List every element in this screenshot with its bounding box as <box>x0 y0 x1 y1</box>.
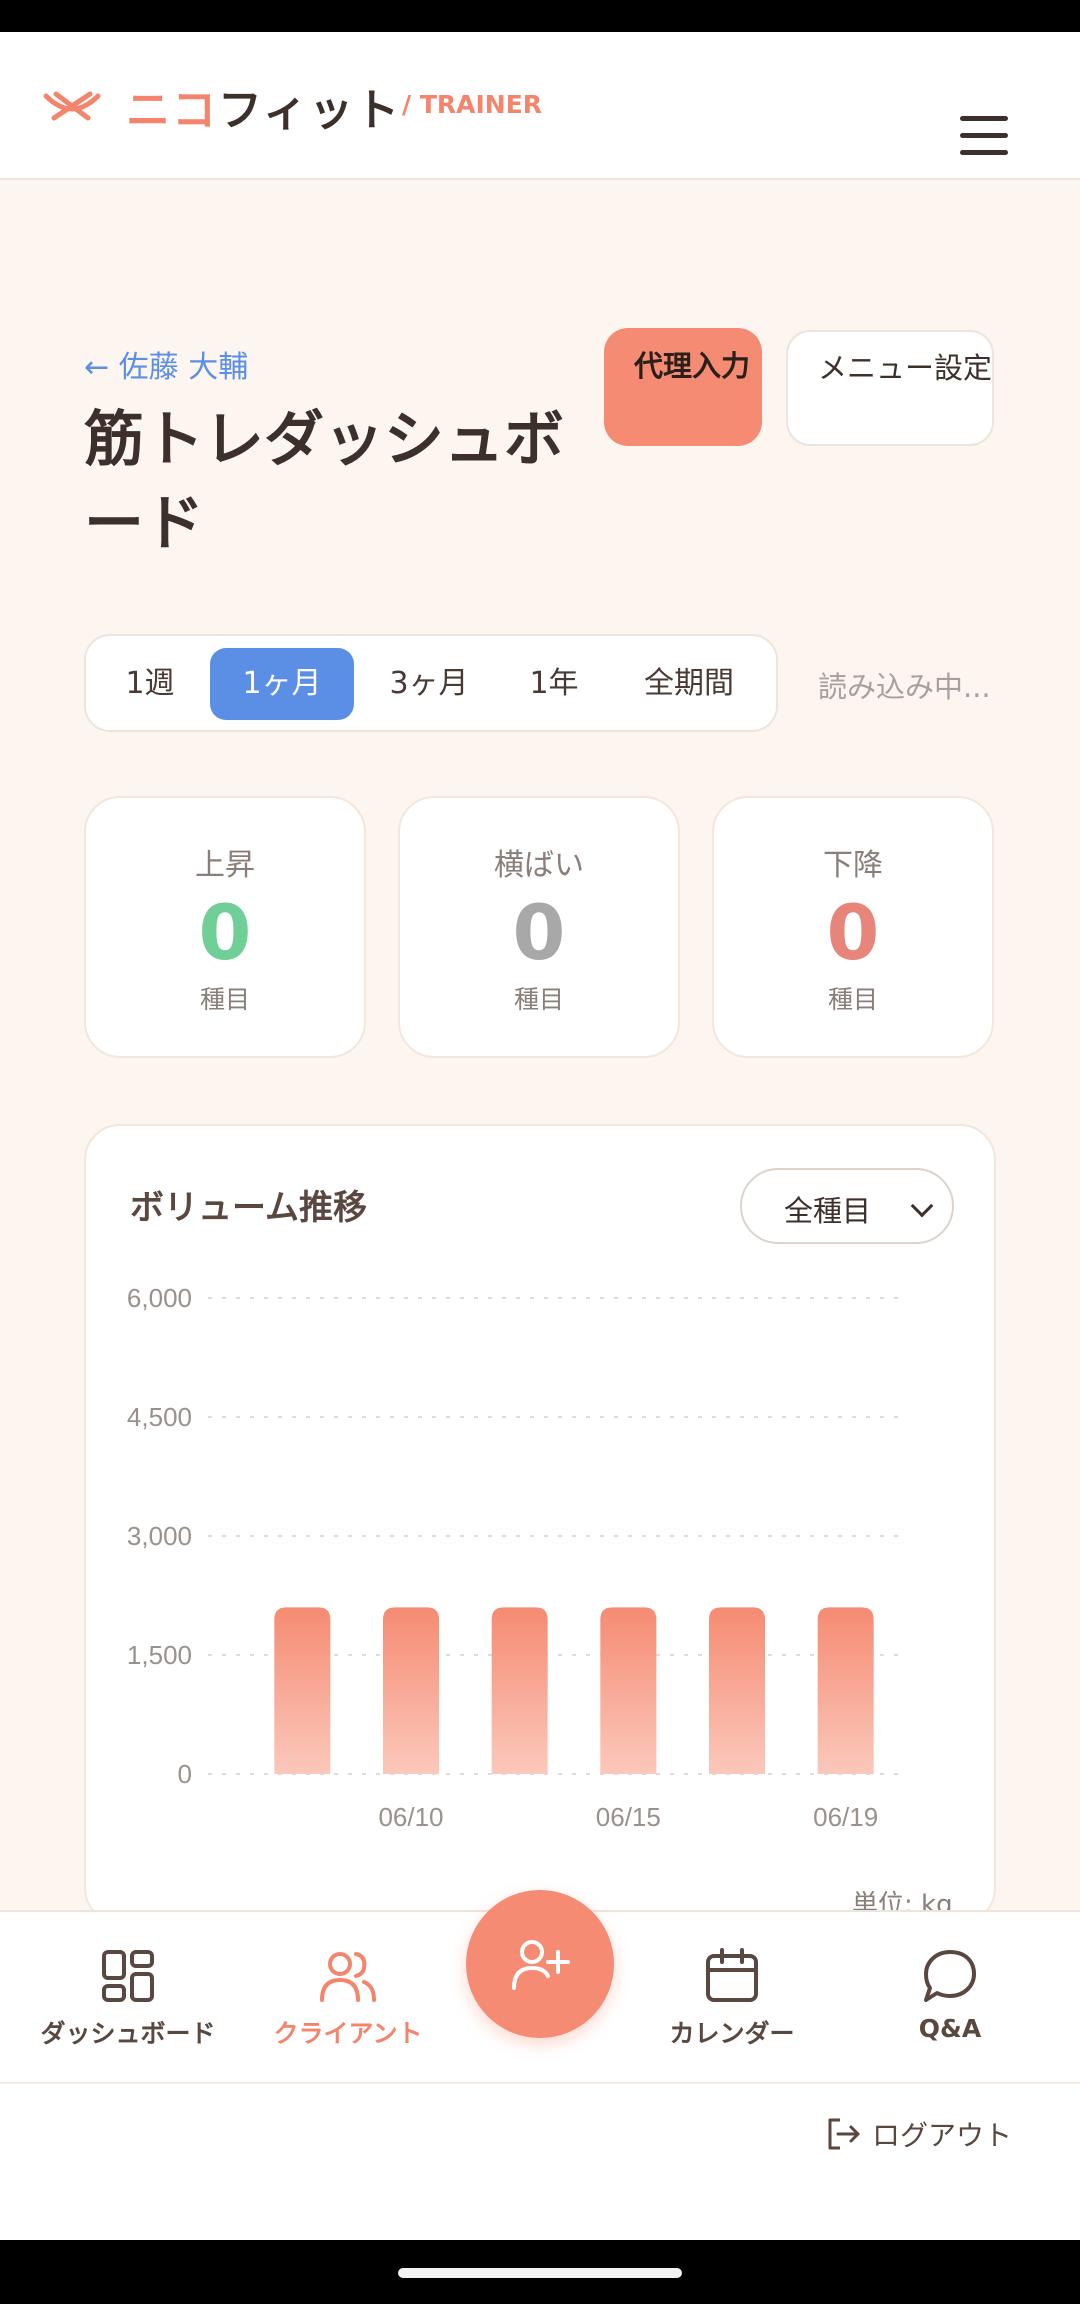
stat-label: 上昇 <box>195 848 255 883</box>
stat-label: 横ばい <box>494 848 584 883</box>
volume-chart-card: ボリューム推移 全種目 0 1,500 3,000 4,500 6,000 06/10 06… <box>84 1124 996 1924</box>
nav-dashboard[interactable]: ダッシュボード <box>18 1948 238 2050</box>
stat-value: 0 <box>512 888 566 977</box>
nav-clients[interactable]: クライアント <box>238 1948 458 2050</box>
stat-card-flat: 横ばい 0 種目 <box>398 796 680 1058</box>
x-tick-label: 06/10 <box>378 1802 443 1832</box>
tab-all-time[interactable]: 全期間 <box>614 648 764 720</box>
stat-label: 下降 <box>823 848 883 883</box>
y-tick-label: 3,000 <box>127 1521 192 1551</box>
volume-bar[interactable] <box>600 1607 657 1774</box>
nav-label: ダッシュボード <box>40 2019 216 2048</box>
nav-label: カレンダー <box>669 2019 795 2048</box>
stat-card-up: 上昇 0 種目 <box>84 796 366 1058</box>
hamburger-icon <box>960 116 1008 121</box>
logout-label: ログアウト <box>872 2119 1013 2152</box>
stat-unit: 種目 <box>513 985 564 1014</box>
volume-bar[interactable] <box>817 1607 874 1774</box>
add-user-icon <box>512 1940 570 1990</box>
volume-bar[interactable] <box>491 1607 548 1774</box>
tab-3-months[interactable]: 3ヶ月 <box>364 648 494 720</box>
x-tick-label: 06/19 <box>813 1802 878 1832</box>
grid-icon <box>102 1950 154 2002</box>
home-indicator[interactable] <box>398 2268 682 2278</box>
volume-bar[interactable] <box>274 1607 331 1774</box>
y-tick-label: 1,500 <box>127 1640 192 1670</box>
brand-name[interactable]: ニコフィット <box>126 74 401 138</box>
tab-1-week[interactable]: 1週 <box>100 648 200 720</box>
nav-qa[interactable]: Q&A <box>840 1948 1060 2043</box>
stat-unit: 種目 <box>827 985 878 1014</box>
stat-unit: 種目 <box>199 985 250 1014</box>
brand-nico: ニコ <box>126 85 218 136</box>
role-tag: / TRAINER <box>402 90 543 119</box>
hamburger-menu-button[interactable] <box>960 116 1010 158</box>
x-tick-label: 06/15 <box>596 1802 661 1832</box>
system-status-bar <box>0 0 1080 32</box>
tab-1-month[interactable]: 1ヶ月 <box>210 648 354 720</box>
logout-icon <box>828 2118 860 2150</box>
proxy-input-button[interactable]: 代理入力 <box>604 328 762 446</box>
stat-value: 0 <box>826 888 880 977</box>
nav-label: Q&A <box>918 2014 982 2043</box>
calendar-icon <box>706 1948 758 2002</box>
nav-calendar[interactable]: カレンダー <box>622 1948 842 2050</box>
y-tick-label: 4,500 <box>127 1402 192 1432</box>
y-tick-label: 6,000 <box>127 1283 192 1313</box>
volume-bar[interactable] <box>383 1607 439 1774</box>
loading-status: 読み込み中... <box>818 670 991 704</box>
nav-label: クライアント <box>273 2019 423 2048</box>
page-title: 筋トレダッシュボード <box>84 405 564 559</box>
stat-value: 0 <box>198 888 252 977</box>
users-icon <box>320 1952 376 2002</box>
chat-icon <box>924 1950 976 2002</box>
back-to-client-link[interactable]: ← 佐藤 大輔 <box>84 342 248 386</box>
footer-area: ログアウト <box>0 2082 1080 2240</box>
app-header: ニコフィット / TRAINER <box>0 32 1080 180</box>
volume-bar[interactable] <box>709 1607 765 1774</box>
period-tabs: 1週 1ヶ月 3ヶ月 1年 全期間 <box>84 634 778 732</box>
brand-logo-icon <box>43 91 101 121</box>
tab-1-year[interactable]: 1年 <box>504 648 604 720</box>
volume-chart: 0 1,500 3,000 4,500 6,000 06/10 06/15 06/19 <box>127 1283 906 1832</box>
brand-fit: フィット <box>218 85 402 136</box>
y-tick-label: 0 <box>178 1759 192 1789</box>
stat-card-down: 下降 0 種目 <box>712 796 994 1058</box>
add-client-fab[interactable] <box>466 1890 614 2038</box>
menu-settings-button[interactable]: メニュー設定 <box>786 330 994 446</box>
